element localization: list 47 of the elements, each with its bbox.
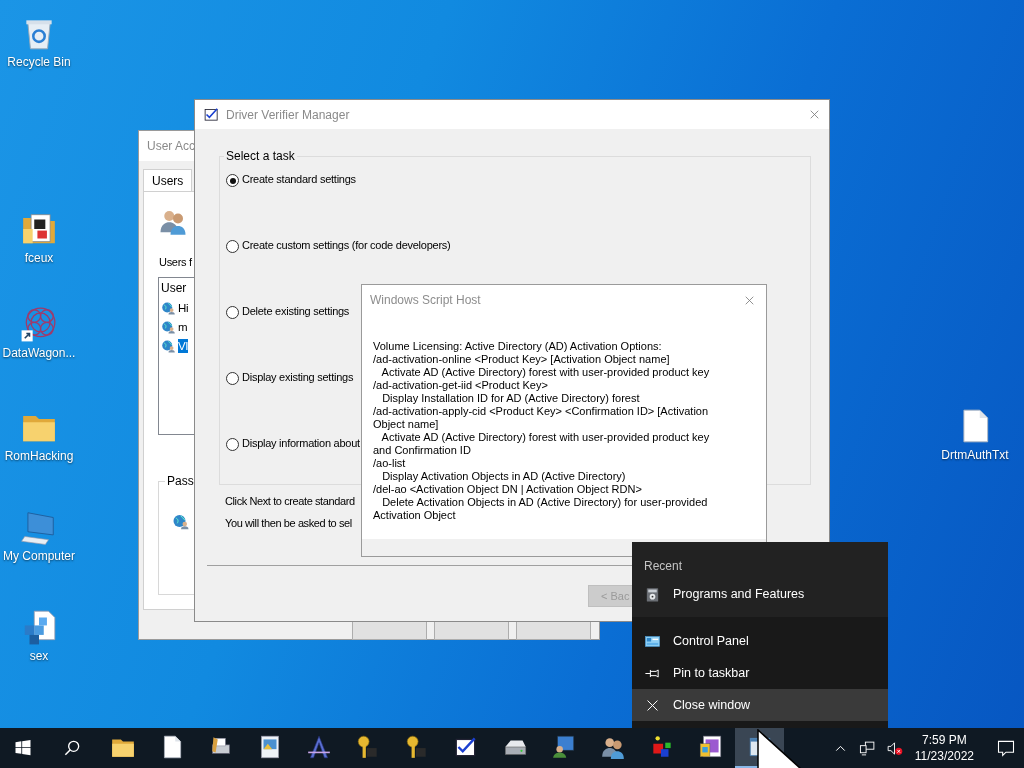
message-text: Volume Licensing: Active Directory (AD) Activation Options: /ad-activation-online <Product Key> [Activation Object name] Activate AD (Active Directory) forest with user-provided product key /ad-activation-get-iid <Product Key> Display Installation ID for AD (Active Directory) forest /ad-activation-apply-cid <Product Key> <Confirmation ID> [Activation Object name] Activate AD (Active Directory) forest with user-provided product key and Confirmation ID /ao-list Display Activation Objects in AD (Active Directory) /del-ao <Activation Object DN | Activation Object RDN> Delete Activation Objects in AD (Active Directory) for user-provided Activation Object bbox=[372, 339, 711, 522]
globe-user-icon bbox=[161, 300, 176, 315]
menu-item[interactable]: Close window bbox=[632, 689, 888, 721]
dialog-button[interactable] bbox=[352, 620, 427, 640]
dialog-button[interactable] bbox=[516, 620, 591, 640]
option-label: Delete existing settings bbox=[242, 305, 350, 317]
windows-logo-icon bbox=[13, 738, 33, 758]
section-heading: Recent bbox=[643, 558, 684, 575]
radio-button[interactable] bbox=[226, 174, 239, 187]
window-title: Windows Script Host bbox=[370, 293, 481, 307]
globe-user-icon bbox=[172, 512, 190, 530]
monitor-users-icon bbox=[550, 734, 577, 760]
menu-item[interactable]: Control Panel bbox=[632, 625, 888, 657]
instruction-text: Click Next to create standard bbox=[225, 495, 355, 507]
section-label: Users f bbox=[159, 256, 192, 268]
icon-label[interactable]: DrtmAuthTxt bbox=[941, 448, 1009, 462]
list-item[interactable]: m bbox=[178, 319, 188, 334]
dialog-button[interactable] bbox=[434, 620, 509, 640]
clock-time[interactable]: 7:59 PM bbox=[922, 732, 967, 748]
paint-window-icon bbox=[697, 734, 724, 760]
font-icon bbox=[305, 734, 332, 760]
clock-date[interactable]: 11/23/2022 bbox=[914, 748, 974, 764]
list-item[interactable]: VI bbox=[178, 338, 189, 353]
checklist-icon bbox=[203, 106, 220, 123]
tab[interactable]: Users bbox=[143, 169, 193, 191]
radio-button[interactable] bbox=[226, 306, 239, 319]
close-icon bbox=[808, 108, 821, 121]
option-label: Display information about bbox=[242, 437, 360, 449]
list-item[interactable]: Hi bbox=[178, 300, 189, 315]
disc-box-icon bbox=[644, 585, 661, 603]
globe-user-icon bbox=[161, 319, 176, 334]
radio-button[interactable] bbox=[226, 372, 239, 385]
instruction-text: You will then be asked to sel bbox=[225, 517, 352, 529]
starburst-icon[interactable] bbox=[20, 305, 58, 343]
pointer-icon bbox=[756, 729, 802, 768]
option-label: Display existing settings bbox=[242, 371, 354, 383]
radio-button[interactable] bbox=[226, 240, 239, 253]
search-icon bbox=[62, 738, 82, 758]
window-title: User Acc bbox=[147, 139, 195, 153]
option-label: Create custom settings (for code developers) bbox=[242, 239, 451, 251]
group-label: Select a task bbox=[225, 149, 296, 163]
menu-item[interactable]: Pin to taskbar bbox=[632, 657, 888, 689]
window-title: Driver Verifier Manager bbox=[226, 107, 350, 122]
group-label: Pass bbox=[165, 474, 196, 488]
globe-user-icon bbox=[161, 338, 176, 353]
option-label: Create standard settings bbox=[242, 173, 356, 185]
radio-button[interactable] bbox=[226, 438, 239, 451]
